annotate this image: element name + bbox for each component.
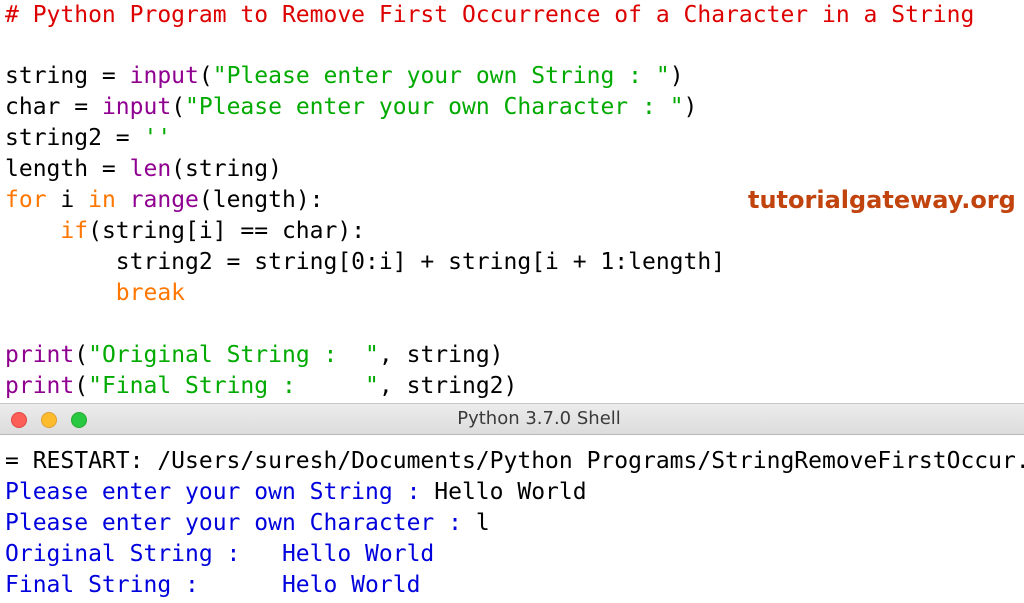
code-line-5: string2 = '' [5, 123, 171, 154]
code-token: ( [199, 63, 213, 89]
code-token: string2 = string[0:i] + string[i + 1:len… [5, 249, 725, 275]
code-token [5, 280, 116, 306]
window-title: Python 3.7.0 Shell [0, 404, 1024, 434]
watermark-text: tutorialgateway.org [748, 184, 1016, 216]
code-token: , string) [379, 342, 504, 368]
shell-output-text: Final String : Helo World [5, 572, 420, 598]
code-token: ( [74, 373, 88, 399]
builtin-token: input [130, 63, 199, 89]
shell-output-text: Original String : Hello World [5, 541, 434, 567]
code-token: ( [74, 342, 88, 368]
string-token: '' [143, 125, 171, 151]
string-token: "Original String : " [88, 342, 379, 368]
string-token: "Final String : " [88, 373, 379, 399]
code-line-8: if(string[i] == char): [5, 216, 365, 247]
code-token: string = [5, 63, 130, 89]
code-line-12: print("Original String : ", string) [5, 340, 504, 371]
shell-output-text: Please enter your own Character : [5, 510, 476, 536]
shell-line-2: Please enter your own String : Hello Wor… [5, 477, 587, 508]
code-token: string2 = [5, 125, 143, 151]
shell-titlebar[interactable]: Python 3.7.0 Shell [0, 403, 1024, 435]
code-token: char = [5, 94, 102, 120]
shell-input-text: = RESTART: /Users/suresh/Documents/Pytho… [5, 448, 1024, 474]
code-line-1: # Python Program to Remove First Occurre… [5, 0, 974, 31]
shell-output-text: Please enter your own String : [5, 479, 434, 505]
code-line-4: char = input("Please enter your own Char… [5, 92, 697, 123]
builtin-token: len [130, 156, 172, 182]
code-token [5, 218, 60, 244]
code-line-10: break [5, 278, 185, 309]
keyword-token: break [116, 280, 185, 306]
string-token: "Please enter your own Character : " [185, 94, 684, 120]
code-line-9: string2 = string[0:i] + string[i + 1:len… [5, 247, 725, 278]
code-line-7: for i in range(length): [5, 185, 324, 216]
comment-token: # Python Program to Remove First Occurre… [5, 2, 974, 28]
code-token: , string2) [379, 373, 517, 399]
keyword-token: in [88, 187, 116, 213]
shell-input-text: l [476, 510, 490, 536]
code-token: ) [684, 94, 698, 120]
builtin-token: print [5, 342, 74, 368]
code-editor[interactable]: # Python Program to Remove First Occurre… [0, 0, 1024, 403]
string-token: "Please enter your own String : " [213, 63, 670, 89]
code-token: i [47, 187, 89, 213]
builtin-token: range [130, 187, 199, 213]
keyword-token: if [60, 218, 88, 244]
code-line-13: print("Final String : ", string2) [5, 371, 517, 402]
code-token: (length): [199, 187, 324, 213]
keyword-token: for [5, 187, 47, 213]
shell-output[interactable]: = RESTART: /Users/suresh/Documents/Pytho… [0, 435, 1024, 603]
code-token: ) [670, 63, 684, 89]
code-token [116, 187, 130, 213]
builtin-token: input [102, 94, 171, 120]
shell-line-4: Original String : Hello World [5, 539, 434, 570]
shell-line-5: Final String : Helo World [5, 570, 420, 601]
shell-input-text: Hello World [434, 479, 586, 505]
code-token: (string) [171, 156, 282, 182]
shell-line-1: = RESTART: /Users/suresh/Documents/Pytho… [5, 446, 1024, 477]
code-line-6: length = len(string) [5, 154, 282, 185]
code-token: ( [171, 94, 185, 120]
code-line-3: string = input("Please enter your own St… [5, 61, 684, 92]
code-token: (string[i] == char): [88, 218, 365, 244]
code-token: length = [5, 156, 130, 182]
shell-line-3: Please enter your own Character : l [5, 508, 490, 539]
builtin-token: print [5, 373, 74, 399]
